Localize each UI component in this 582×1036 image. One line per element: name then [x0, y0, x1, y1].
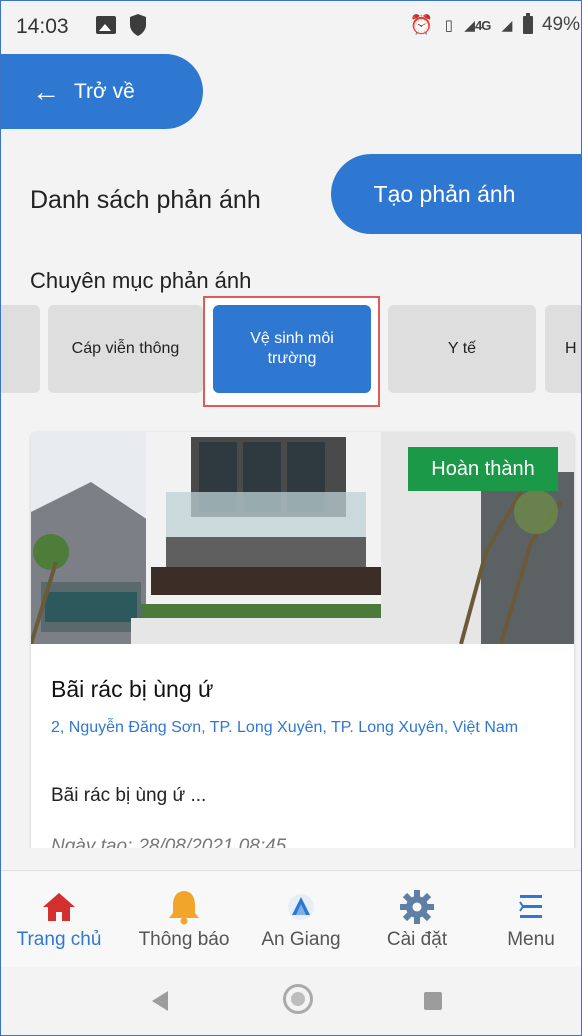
gear-icon: [400, 890, 434, 924]
category-tab-partial-left[interactable]: [0, 305, 40, 393]
bell-icon: [169, 891, 199, 925]
arrow-left-icon: ←: [32, 75, 60, 107]
nav-label: Trang chủ: [16, 929, 102, 950]
system-recents-icon[interactable]: [424, 992, 442, 1010]
signal-icon: ◢4G: [464, 16, 491, 34]
category-tab-cap-vien-thong[interactable]: Cáp viễn thông: [48, 305, 203, 393]
an-giang-logo-icon: [288, 894, 314, 920]
create-report-label: Tạo phản ánh: [373, 180, 516, 207]
battery-percent: 49%: [541, 14, 580, 35]
category-tab-label: Vệ sinh môi trường: [250, 330, 334, 367]
report-card[interactable]: [31, 432, 574, 852]
nav-item-settings[interactable]: Cài đặt: [359, 881, 475, 961]
vibrate-icon: ▯: [444, 17, 453, 34]
network-type: 4G: [475, 18, 491, 34]
nav-item-an-giang[interactable]: An Giang: [243, 881, 359, 961]
category-section-label: Chuyên mục phản ánh: [30, 268, 252, 293]
category-tab-ve-sinh-moi-truong[interactable]: Vệ sinh môi trường: [213, 305, 371, 393]
nav-label: Thông báo: [138, 929, 230, 950]
category-tab-label: H: [565, 340, 577, 357]
signal-icon-2: ◢: [501, 16, 513, 33]
nav-label: An Giang: [261, 929, 341, 950]
menu-icon: [519, 895, 542, 918]
nav-item-home[interactable]: Trang chủ: [1, 881, 117, 961]
system-nav-bar: [0, 967, 582, 1036]
nav-label: Menu: [507, 929, 555, 950]
status-bar: 14:03 ⏰ ▯ ◢4G ◢ 49%: [0, 0, 582, 48]
page-title: Danh sách phản ánh: [30, 186, 261, 214]
create-report-button[interactable]: Tạo phản ánh: [331, 154, 582, 234]
bottom-nav: Trang chủ Thông báo An Giang Cài đặt Men…: [0, 870, 582, 967]
status-badge: Hoàn thành: [408, 447, 558, 491]
status-right-icons: ⏰ ▯ ◢4G ◢ 49%: [404, 13, 580, 37]
category-tab-label: Cáp viễn thông: [71, 340, 180, 357]
battery-icon: [522, 13, 533, 34]
alarm-icon: ⏰: [409, 15, 434, 36]
system-home-icon[interactable]: [283, 984, 313, 1014]
category-tab-y-te[interactable]: Y tế: [388, 305, 536, 393]
category-tab-label: Y tế: [447, 340, 477, 357]
status-time: 14:03: [16, 15, 69, 38]
nav-item-menu[interactable]: Menu: [473, 881, 582, 961]
shield-icon: [130, 14, 146, 36]
back-button[interactable]: ← Trở về: [0, 54, 203, 129]
back-button-label: Trở về: [74, 79, 135, 103]
gallery-icon: [96, 16, 116, 34]
system-back-icon[interactable]: [152, 991, 168, 1011]
nav-item-notifications[interactable]: Thông báo: [126, 881, 242, 961]
home-icon: [43, 893, 75, 921]
category-tab-partial-right[interactable]: H: [545, 305, 582, 393]
nav-label: Cài đặt: [386, 929, 448, 950]
scroll-fade: [0, 848, 582, 870]
